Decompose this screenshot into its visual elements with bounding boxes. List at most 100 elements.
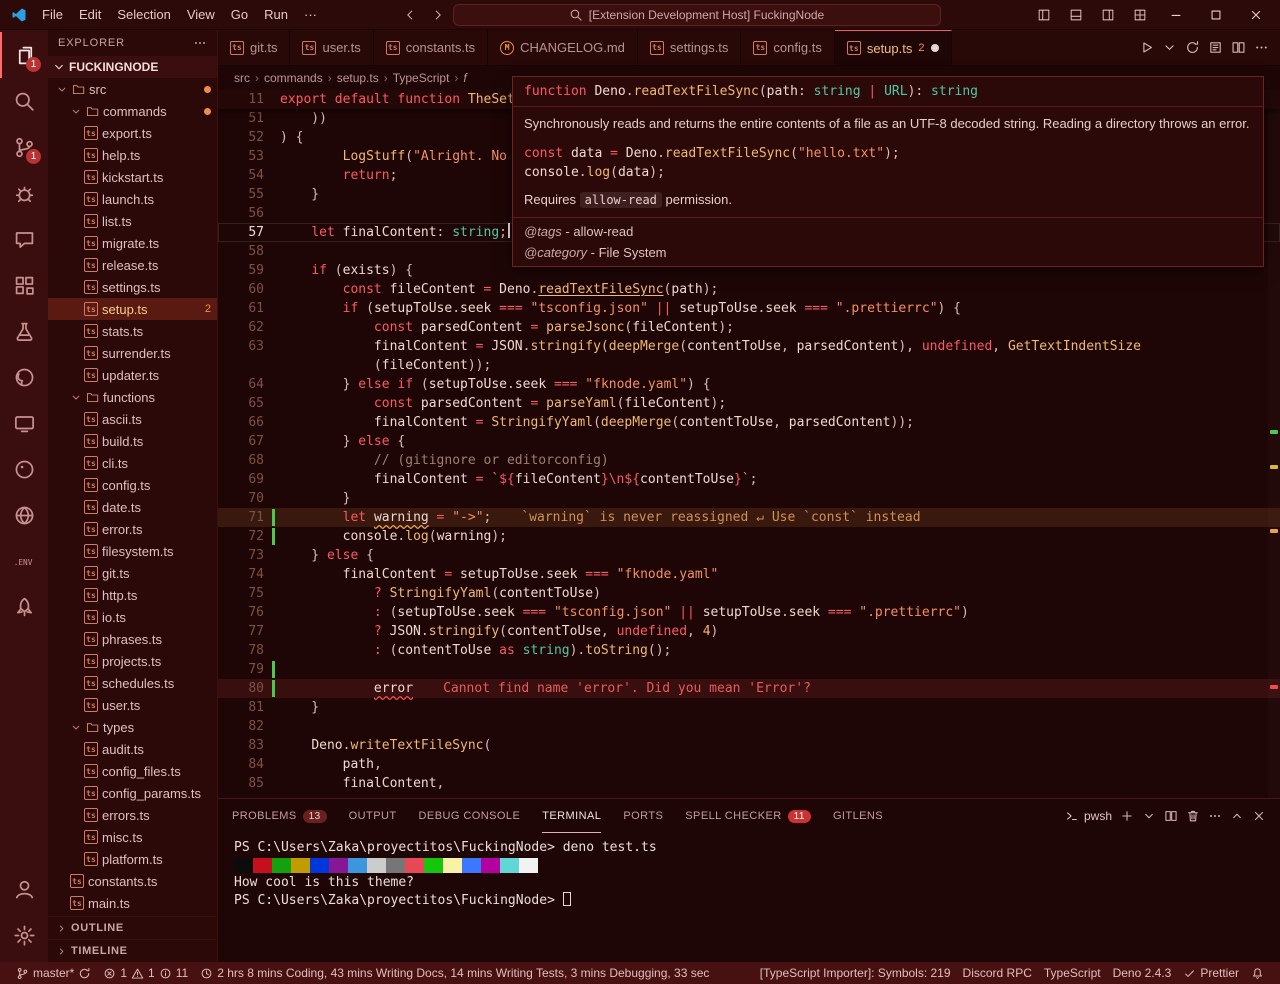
tree-file-stats.ts[interactable]: ts stats.ts xyxy=(48,320,217,342)
code-line[interactable]: 85 finalContent, xyxy=(218,774,1280,793)
code-line[interactable]: 63 finalContent = JSON.stringify(deepMer… xyxy=(218,337,1280,356)
kill-terminal-icon[interactable] xyxy=(1186,809,1200,823)
tree-file-git.ts[interactable]: ts git.ts xyxy=(48,562,217,584)
activity-dotenv[interactable]: .ENV xyxy=(0,538,48,584)
split-editor-icon[interactable] xyxy=(1228,37,1249,58)
tree-file-kickstart.ts[interactable]: ts kickstart.ts xyxy=(48,166,217,188)
tree-file-ascii.ts[interactable]: ts ascii.ts xyxy=(48,408,217,430)
tree-file-settings.ts[interactable]: ts settings.ts xyxy=(48,276,217,298)
tab-git.ts[interactable]: ts git.ts xyxy=(218,30,291,65)
terminal-output[interactable]: PS C:\Users\Zaka\proyectitos\FuckingNode… xyxy=(218,833,1280,962)
activity-github[interactable] xyxy=(0,354,48,400)
tree-file-main.ts[interactable]: ts main.ts xyxy=(48,892,217,914)
command-center-search[interactable]: [Extension Development Host] FuckingNode xyxy=(452,3,941,26)
tree-file-http.ts[interactable]: ts http.ts xyxy=(48,584,217,606)
activity-source-control[interactable]: 1 xyxy=(0,124,48,170)
tree-file-config.ts[interactable]: ts config.ts xyxy=(48,474,217,496)
code-line[interactable]: 71 let warning = "->"; `warning` is never… xyxy=(218,508,1280,527)
status-deno-version[interactable]: Deno 2.4.3 xyxy=(1107,962,1178,984)
code-line[interactable]: 83 Deno.writeTextFileSync( xyxy=(218,736,1280,755)
tree-file-schedules.ts[interactable]: ts schedules.ts xyxy=(48,672,217,694)
code-line[interactable]: 62 const parsedContent = parseJsonc(file… xyxy=(218,318,1280,337)
code-line[interactable]: 76 : (setupToUse.seek === "tsconfig.json… xyxy=(218,603,1280,622)
toggle-panel-icon[interactable] xyxy=(1062,4,1090,26)
open-changes-icon[interactable] xyxy=(1182,37,1203,58)
tree-file-config_params.ts[interactable]: ts config_params.ts xyxy=(48,782,217,804)
tree-file-launch.ts[interactable]: ts launch.ts xyxy=(48,188,217,210)
menu-file[interactable]: File xyxy=(34,4,71,25)
open-outline-icon[interactable] xyxy=(1205,37,1226,58)
breadcrumb-item[interactable]: TypeScript xyxy=(393,71,450,85)
split-terminal-icon[interactable] xyxy=(1164,809,1178,823)
overview-ruler[interactable] xyxy=(1268,90,1280,798)
toggle-secondary-sidebar-icon[interactable] xyxy=(1094,4,1122,26)
tree-file-config_files.ts[interactable]: ts config_files.ts xyxy=(48,760,217,782)
activity-live-preview[interactable] xyxy=(0,492,48,538)
tree-file-export.ts[interactable]: ts export.ts xyxy=(48,122,217,144)
code-line[interactable]: 60 const fileContent = Deno.readTextFile… xyxy=(218,280,1280,299)
activity-deno[interactable] xyxy=(0,446,48,492)
tree-file-user.ts[interactable]: ts user.ts xyxy=(48,694,217,716)
tree-file-setup.ts[interactable]: ts setup.ts 2 xyxy=(48,298,217,320)
breadcrumb-item[interactable]: commands xyxy=(264,71,323,85)
customize-layout-icon[interactable] xyxy=(1126,4,1154,26)
activity-extensions[interactable] xyxy=(0,262,48,308)
activity-search[interactable] xyxy=(0,78,48,124)
terminal-profile-dropdown-icon[interactable] xyxy=(1142,809,1156,823)
run-dropdown-icon[interactable] xyxy=(1159,37,1180,58)
nav-forward-icon[interactable] xyxy=(425,6,451,24)
section-outline[interactable]: OUTLINE xyxy=(48,916,217,939)
run-file-button-icon[interactable] xyxy=(1136,37,1157,58)
tab-constants.ts[interactable]: ts constants.ts xyxy=(373,30,489,65)
status-time-tracker[interactable]: 2 hrs 8 mins Coding, 43 mins Writing Doc… xyxy=(194,962,715,984)
tree-file-filesystem.ts[interactable]: ts filesystem.ts xyxy=(48,540,217,562)
code-line[interactable]: 67 } else { xyxy=(218,432,1280,451)
status-git-branch[interactable]: master* xyxy=(10,962,97,984)
menu-edit[interactable]: Edit xyxy=(71,4,109,25)
maximize-panel-icon[interactable] xyxy=(1230,809,1244,823)
code-line[interactable]: 70 } xyxy=(218,489,1280,508)
panel-tab-ports[interactable]: PORTS xyxy=(623,799,663,833)
status-prettier[interactable]: Prettier xyxy=(1177,962,1245,984)
status-problems[interactable]: 1 1 11 xyxy=(97,962,194,984)
activity-accounts[interactable] xyxy=(0,866,48,912)
workspace-root[interactable]: FUCKINGNODE xyxy=(48,56,217,78)
activity-deploy[interactable] xyxy=(0,584,48,630)
tree-folder-src[interactable]: src xyxy=(48,78,217,100)
terminal-profile[interactable]: pwsh xyxy=(1065,809,1112,823)
code-line[interactable]: 81 } xyxy=(218,698,1280,717)
panel-tab-spell-checker[interactable]: SPELL CHECKER 11 xyxy=(685,799,811,833)
menu-go[interactable]: Go xyxy=(223,4,256,25)
tree-file-date.ts[interactable]: ts date.ts xyxy=(48,496,217,518)
code-line[interactable]: 84 path, xyxy=(218,755,1280,774)
tree-file-surrender.ts[interactable]: ts surrender.ts xyxy=(48,342,217,364)
tab-user.ts[interactable]: ts user.ts xyxy=(290,30,374,65)
code-line[interactable]: 77 ? JSON.stringify(contentToUse, undefi… xyxy=(218,622,1280,641)
menu-selection[interactable]: Selection xyxy=(109,4,178,25)
code-line[interactable]: 78 : (contentToUse as string).toString()… xyxy=(218,641,1280,660)
code-line[interactable]: 80 error Cannot find name 'error'. Did yo… xyxy=(218,679,1280,698)
activity-remote-explorer[interactable] xyxy=(0,400,48,446)
tree-folder-commands[interactable]: commands xyxy=(48,100,217,122)
breadcrumb-item[interactable]: setup.ts xyxy=(337,71,379,85)
activity-chat[interactable] xyxy=(0,216,48,262)
tree-file-cli.ts[interactable]: ts cli.ts xyxy=(48,452,217,474)
tree-file-io.ts[interactable]: ts io.ts xyxy=(48,606,217,628)
code-line[interactable]: (fileContent)); xyxy=(218,356,1280,375)
status-language-mode[interactable]: TypeScript xyxy=(1038,962,1107,984)
code-line[interactable]: 61 if (setupToUse.seek === "tsconfig.jso… xyxy=(218,299,1280,318)
code-line[interactable]: 82 xyxy=(218,717,1280,736)
section-timeline[interactable]: TIMELINE xyxy=(48,939,217,962)
status-ts-importer[interactable]: [TypeScript Importer]: Symbols: 219 xyxy=(754,962,957,984)
code-line[interactable]: 73 } else { xyxy=(218,546,1280,565)
tree-file-misc.ts[interactable]: ts misc.ts xyxy=(48,826,217,848)
breadcrumb-item[interactable]: src xyxy=(234,71,250,85)
tree-folder-types[interactable]: types xyxy=(48,716,217,738)
tree-file-errors.ts[interactable]: ts errors.ts xyxy=(48,804,217,826)
menu-run[interactable]: Run xyxy=(256,4,296,25)
tree-file-migrate.ts[interactable]: ts migrate.ts xyxy=(48,232,217,254)
code-line[interactable]: 65 const parsedContent = parseYaml(fileC… xyxy=(218,394,1280,413)
activity-settings[interactable] xyxy=(0,912,48,958)
tab-setup.ts[interactable]: ts setup.ts 2 xyxy=(834,30,952,65)
window-close-button[interactable] xyxy=(1238,4,1274,26)
